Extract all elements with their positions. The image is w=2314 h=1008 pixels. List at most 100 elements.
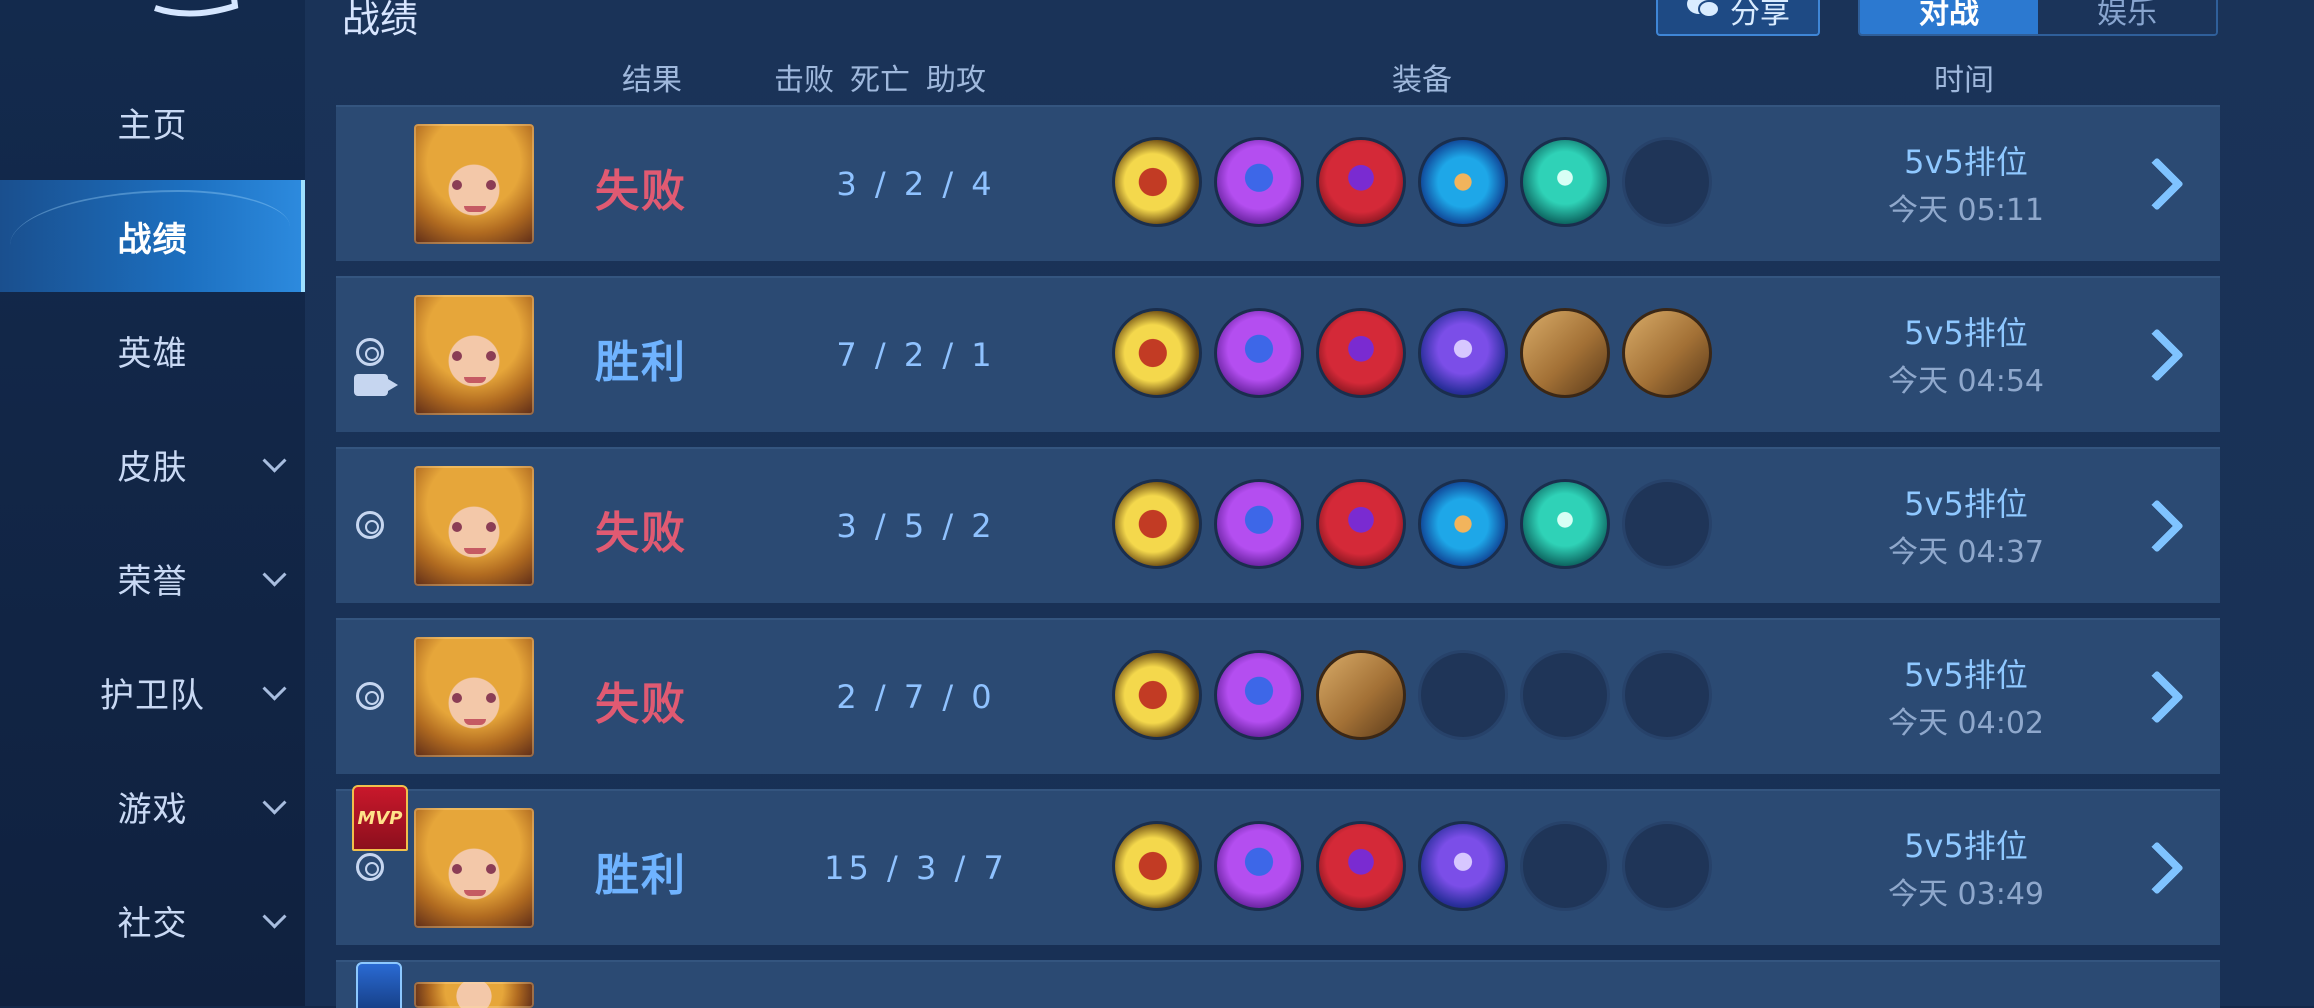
active-highlight bbox=[10, 190, 290, 282]
tab-entertainment[interactable]: 娱乐 bbox=[2038, 0, 2216, 34]
match-result: 失败 bbox=[595, 508, 687, 559]
share-button[interactable]: 分享 bbox=[1656, 0, 1820, 36]
hero-avatar bbox=[414, 808, 534, 928]
hero-avatar bbox=[414, 124, 534, 244]
tab-battle[interactable]: 对战 bbox=[1860, 0, 2038, 34]
empty-slot bbox=[1622, 479, 1712, 569]
equipment-list bbox=[1112, 308, 1712, 398]
mage-icon bbox=[1214, 479, 1304, 569]
mvp-badge: MVP bbox=[352, 785, 408, 851]
column-header-deaths: 死亡 bbox=[850, 63, 910, 98]
match-mode: 5v5排位 bbox=[1904, 143, 2028, 181]
match-result: 失败 bbox=[595, 679, 687, 730]
mage-icon bbox=[1214, 821, 1304, 911]
boots-icon bbox=[1112, 137, 1202, 227]
page-title: 战绩 bbox=[342, 0, 419, 41]
chevron-right-icon[interactable] bbox=[2132, 328, 2186, 382]
sidebar-item-label: 护卫队 bbox=[100, 675, 205, 716]
kda-stats: 15 / 3 / 7 bbox=[824, 849, 1008, 887]
boots-icon bbox=[1112, 650, 1202, 740]
kda-stats: 2 / 7 / 0 bbox=[836, 678, 996, 716]
sidebar-item-heroes[interactable]: 英雄 bbox=[0, 294, 305, 406]
match-mode: 5v5排位 bbox=[1904, 314, 2028, 352]
replay-icon[interactable] bbox=[356, 338, 384, 366]
mage-icon bbox=[1214, 308, 1304, 398]
match-row[interactable]: 失败 3 / 2 / 4 5v5排位 今天 05:11 bbox=[336, 105, 2220, 261]
match-row[interactable]: MVP 胜利 15 / 3 / 7 5v5排位 今天 03:49 bbox=[336, 785, 2220, 945]
empty-slot bbox=[1622, 821, 1712, 911]
chevron-right-icon[interactable] bbox=[2132, 670, 2186, 724]
match-time: 今天 05:11 bbox=[1888, 193, 2044, 228]
equipment-list bbox=[1112, 821, 1712, 911]
column-header-equipment: 装备 bbox=[1392, 63, 1452, 98]
sidebar-item-games[interactable]: 游戏 bbox=[0, 750, 305, 862]
share-label: 分享 bbox=[1730, 0, 1790, 31]
match-result: 失败 bbox=[595, 166, 687, 217]
video-camera-icon[interactable] bbox=[354, 374, 398, 396]
sidebar-item-label: 游戏 bbox=[117, 789, 188, 830]
boots-icon bbox=[1112, 821, 1202, 911]
sidebar-item-label: 社交 bbox=[117, 903, 188, 944]
book-icon bbox=[1622, 308, 1712, 398]
match-mode: 5v5排位 bbox=[1904, 827, 2028, 865]
sidebar-item-label: 主页 bbox=[117, 105, 188, 146]
match-result: 胜利 bbox=[595, 337, 687, 388]
equipment-list bbox=[1112, 137, 1712, 227]
column-header-kills: 击败 bbox=[774, 63, 834, 98]
sidebar-item-guard-team[interactable]: 护卫队 bbox=[0, 636, 305, 748]
chevron-right-icon[interactable] bbox=[2132, 157, 2186, 211]
sidebar-item-home[interactable]: 主页 bbox=[0, 66, 305, 178]
replay-icon[interactable] bbox=[356, 511, 384, 539]
sidebar-item-skins[interactable]: 皮肤 bbox=[0, 408, 305, 520]
empty-slot bbox=[1520, 650, 1610, 740]
column-header-time: 时间 bbox=[1934, 63, 1994, 98]
match-time: 今天 04:54 bbox=[1888, 364, 2044, 399]
boots-icon bbox=[1112, 308, 1202, 398]
match-row[interactable] bbox=[336, 960, 2220, 1008]
chevron-down-icon bbox=[262, 448, 287, 473]
match-row[interactable]: 失败 2 / 7 / 0 5v5排位 今天 04:02 bbox=[336, 618, 2220, 774]
chevron-down-icon bbox=[262, 790, 287, 815]
hero-avatar bbox=[414, 637, 534, 757]
staff-icon bbox=[1418, 821, 1508, 911]
book-icon bbox=[1316, 650, 1406, 740]
match-row[interactable]: 胜利 7 / 2 / 1 5v5排位 今天 04:54 bbox=[336, 276, 2220, 432]
kda-stats: 3 / 5 / 2 bbox=[836, 507, 996, 545]
replay-icon[interactable] bbox=[356, 682, 384, 710]
mage-icon bbox=[1214, 137, 1304, 227]
crystal-icon bbox=[1520, 479, 1610, 569]
column-header-assists: 助攻 bbox=[926, 63, 986, 98]
chevron-down-icon bbox=[262, 562, 287, 587]
sidebar-item-label: 荣誉 bbox=[117, 561, 188, 602]
app-logo bbox=[150, 0, 245, 20]
replay-icon[interactable] bbox=[356, 853, 384, 881]
hero-avatar bbox=[414, 466, 534, 586]
sidebar-item-label: 英雄 bbox=[117, 333, 188, 374]
mage-icon bbox=[1214, 650, 1304, 740]
sidebar-item-honor[interactable]: 荣誉 bbox=[0, 522, 305, 634]
chevron-down-icon bbox=[262, 904, 287, 929]
hat-icon bbox=[1316, 308, 1406, 398]
match-time: 今天 04:02 bbox=[1888, 706, 2044, 741]
rank-badge-icon bbox=[356, 962, 402, 1008]
empty-slot bbox=[1418, 650, 1508, 740]
hero-avatar bbox=[414, 982, 534, 1008]
kda-stats: 7 / 2 / 1 bbox=[836, 336, 996, 374]
chevron-right-icon[interactable] bbox=[2132, 499, 2186, 553]
empty-slot bbox=[1622, 650, 1712, 740]
hat-icon bbox=[1316, 479, 1406, 569]
wechat-icon bbox=[1686, 0, 1720, 28]
match-time: 今天 03:49 bbox=[1888, 877, 2044, 912]
sidebar-item-social[interactable]: 社交 bbox=[0, 864, 305, 976]
staff-icon bbox=[1418, 308, 1508, 398]
crystal-icon bbox=[1520, 137, 1610, 227]
sidebar-item-label: 皮肤 bbox=[117, 447, 188, 488]
book-icon bbox=[1520, 308, 1610, 398]
boots-icon bbox=[1112, 479, 1202, 569]
column-header-result: 结果 bbox=[622, 63, 682, 98]
match-row[interactable]: 失败 3 / 5 / 2 5v5排位 今天 04:37 bbox=[336, 447, 2220, 603]
sidebar-item-records[interactable]: 战绩 bbox=[0, 180, 305, 292]
hero-avatar bbox=[414, 295, 534, 415]
chevron-down-icon bbox=[262, 676, 287, 701]
chevron-right-icon[interactable] bbox=[2132, 841, 2186, 895]
